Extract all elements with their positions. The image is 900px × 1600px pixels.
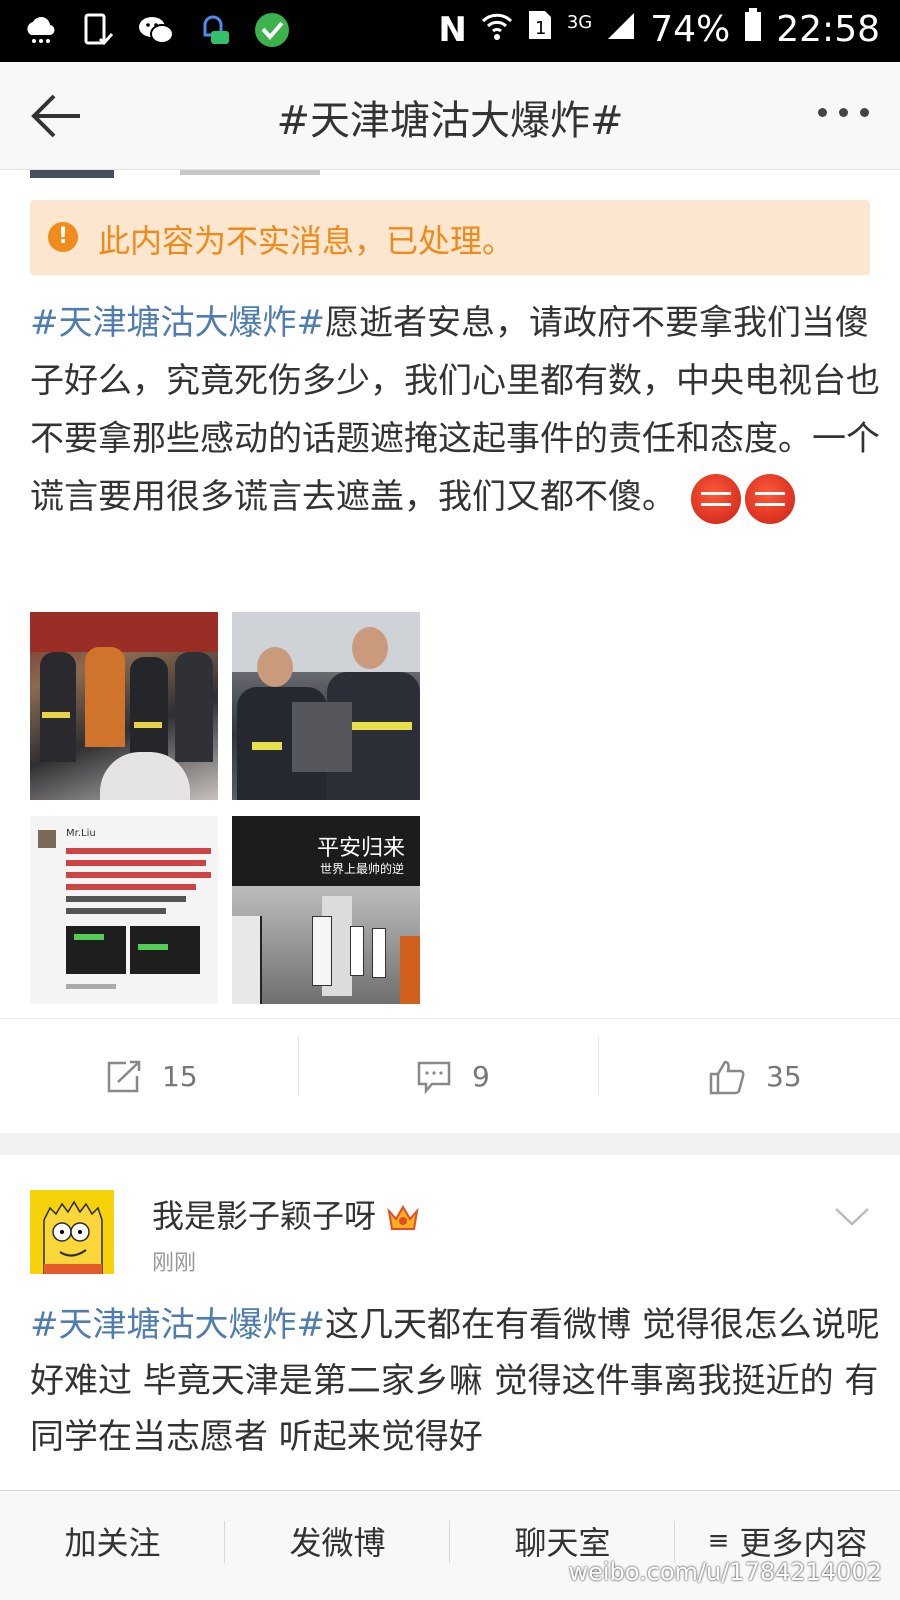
- divider: [298, 1037, 299, 1095]
- thumbs-up-icon: [709, 1060, 745, 1094]
- false-info-notice: ! 此内容为不实消息，已处理。: [30, 200, 870, 275]
- photo3-caption: Mr.Liu: [66, 828, 96, 839]
- status-bar: N 1 3G 74% 22:58: [0, 0, 900, 62]
- comment-button[interactable]: 9: [416, 1019, 490, 1134]
- nav-bar: #天津塘沽大爆炸#: [0, 62, 900, 170]
- post-photo-2[interactable]: [232, 612, 420, 800]
- like-button[interactable]: 35: [708, 1019, 802, 1134]
- avatar[interactable]: [30, 1190, 114, 1274]
- warning-icon: !: [48, 222, 78, 252]
- previous-avatar-peek: [30, 170, 114, 178]
- repost-count: 15: [162, 1060, 198, 1093]
- hashtag-link[interactable]: #天津塘沽大爆炸#: [30, 1305, 325, 1345]
- post-actions: 15 9 35: [0, 1018, 900, 1133]
- repost-icon: [107, 1060, 141, 1092]
- post-card-1: ! 此内容为不实消息，已处理。 #天津塘沽大爆炸#愿逝者安息，请政府不要拿我们当…: [0, 170, 900, 1133]
- post-weibo-button[interactable]: 发微博: [225, 1491, 450, 1591]
- post-photo-3[interactable]: Mr.Liu: [30, 816, 218, 1004]
- post-photo-4[interactable]: 平安归来 世界上最帅的逆: [232, 816, 420, 1004]
- chevron-down-icon[interactable]: [834, 1207, 870, 1227]
- hashtag-link[interactable]: #天津塘沽大爆炸#: [30, 303, 325, 343]
- nfc-icon: N: [438, 9, 467, 50]
- follow-button[interactable]: 加关注: [0, 1491, 225, 1591]
- photo4-subcaption: 世界上最帅的逆: [320, 862, 405, 876]
- crown-badge-icon: [386, 1203, 420, 1233]
- svg-text:1: 1: [535, 18, 546, 39]
- vip-check-icon: [254, 12, 290, 48]
- status-left-icons: [22, 12, 290, 48]
- post-body: #天津塘沽大爆炸#愿逝者安息，请政府不要拿我们当傻子好么，究竟死伤多少，我们心里…: [30, 294, 880, 526]
- chat-bell-icon: [196, 12, 232, 48]
- previous-text-peek: [180, 170, 320, 175]
- wechat-icon: [138, 12, 174, 48]
- network-type: 3G: [566, 12, 593, 33]
- sim-icon: 1: [527, 9, 553, 50]
- repost-button[interactable]: 15: [106, 1019, 198, 1134]
- back-arrow-icon[interactable]: [28, 90, 88, 142]
- more-options-icon[interactable]: [818, 102, 878, 122]
- phone-check-icon: [80, 12, 116, 48]
- angry-emoji-icon: [690, 473, 741, 524]
- cloud-icon: [22, 12, 58, 48]
- post-body: #天津塘沽大爆炸#这几天都在有看微博 觉得很怎么说呢 好难过 毕竟天津是第二家乡…: [30, 1297, 880, 1465]
- angry-emoji-icon: [744, 473, 795, 524]
- watermark: weibo.com/u/1784214002: [568, 1558, 882, 1586]
- battery-percent: 74%: [650, 9, 731, 50]
- bottom-bar: 加关注 发微博 聊天室 ≡ 更多内容 weibo.com/u/1784214002: [0, 1490, 900, 1600]
- page-title: #天津塘沽大爆炸#: [276, 98, 624, 144]
- username-text: 我是影子颖子呀: [152, 1197, 377, 1235]
- username[interactable]: 我是影子颖子呀: [152, 1191, 420, 1237]
- wifi-icon: [481, 9, 513, 50]
- status-right: N 1 3G 74% 22:58: [438, 8, 880, 51]
- divider: [598, 1037, 599, 1095]
- clock: 22:58: [776, 9, 880, 50]
- comment-count: 9: [472, 1060, 490, 1093]
- like-count: 35: [766, 1060, 802, 1093]
- comment-icon: [417, 1061, 451, 1094]
- post-time: 刚刚: [152, 1251, 197, 1276]
- post-photo-1[interactable]: [30, 612, 218, 800]
- notice-text: 此内容为不实消息，已处理。: [98, 222, 515, 260]
- menu-icon: ≡: [707, 1526, 730, 1556]
- photo4-caption: 平安归来: [317, 836, 406, 861]
- battery-icon: [744, 8, 762, 51]
- signal-icon: [606, 9, 636, 50]
